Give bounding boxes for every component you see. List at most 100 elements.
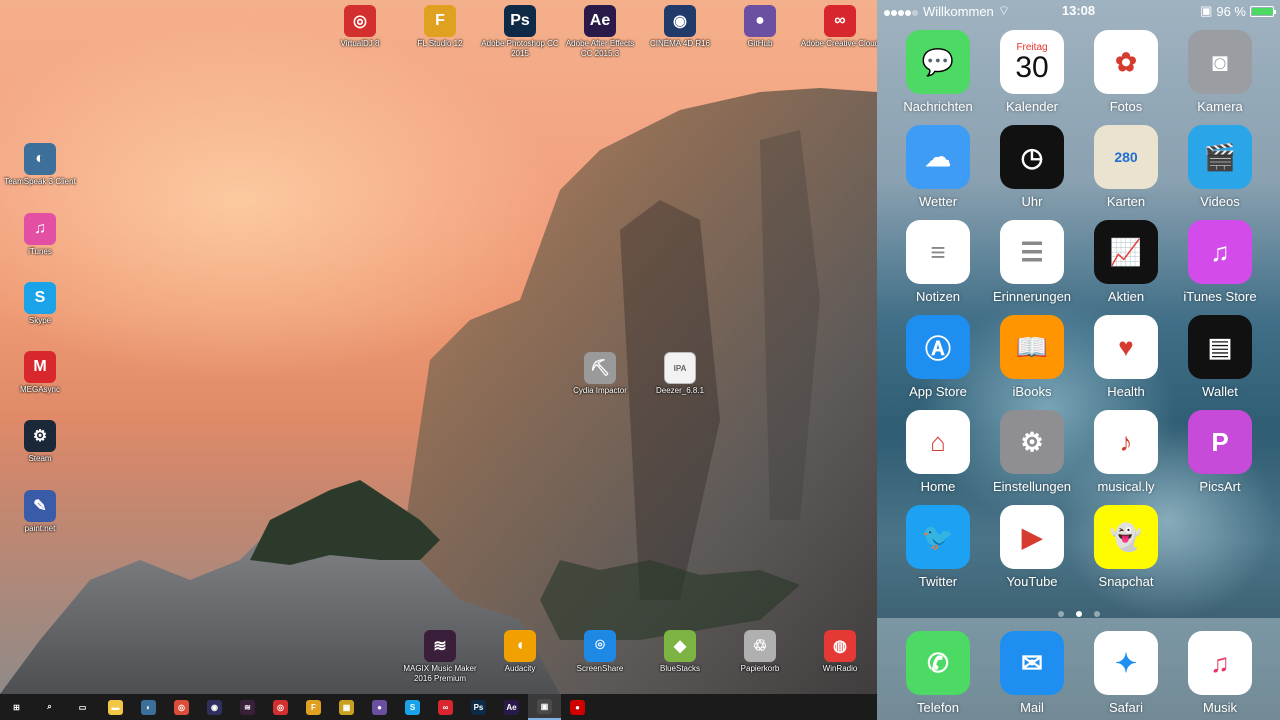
steam-icon[interactable]: ⚙ [24, 420, 56, 452]
taskbar-item[interactable]: ≋ [231, 694, 264, 720]
app-maps[interactable]: 280 Karten [1079, 125, 1173, 209]
app-videos[interactable]: 🎬 Videos [1173, 125, 1267, 209]
after-effects-icon[interactable]: Ae [584, 5, 616, 37]
fl-studio-icon[interactable]: F [424, 5, 456, 37]
app-stocks[interactable]: 📈 Aktien [1079, 220, 1173, 304]
app-weather[interactable]: ☁ Wetter [891, 125, 985, 209]
github-icon[interactable]: ● [744, 5, 776, 37]
taskbar-item[interactable]: ● [363, 694, 396, 720]
app-youtube[interactable]: ▶ YouTube [985, 505, 1079, 589]
app-photos[interactable]: ✿ Fotos [1079, 30, 1173, 114]
page-dot[interactable] [1057, 611, 1064, 617]
page-dot[interactable] [1075, 611, 1082, 617]
desktop-shortcut[interactable]: ● GitHub [720, 5, 800, 49]
app-notes[interactable]: ≡ Notizen [891, 220, 985, 304]
taskbar-item[interactable]: ⊞ [0, 694, 33, 720]
musically-icon[interactable]: ♪ [1094, 410, 1158, 474]
taskbar-item[interactable]: ▭ [66, 694, 99, 720]
app-musically[interactable]: ♪ musical.ly [1079, 410, 1173, 494]
mail-icon[interactable]: ✉ [1000, 631, 1064, 695]
desktop-shortcut[interactable]: ◉ CINEMA 4D R16 [640, 5, 720, 49]
after-effects-icon[interactable]: Ae [504, 699, 519, 715]
teamspeak-icon[interactable]: ◐ [141, 699, 156, 715]
app-snapchat[interactable]: 👻 Snapchat [1079, 505, 1173, 589]
taskbar-item[interactable]: S [396, 694, 429, 720]
app-app-store[interactable]: Ⓐ App Store [891, 315, 985, 399]
maps-icon[interactable]: 280 [1094, 125, 1158, 189]
app-camera[interactable]: ◙ Kamera [1173, 30, 1267, 114]
recycle-bin-icon[interactable]: ♲ [744, 630, 776, 662]
app-home[interactable]: ⌂ Home [891, 410, 985, 494]
app-calendar[interactable]: Freitag 30 Kalender [985, 30, 1079, 114]
desktop-shortcut[interactable]: ◐ TeamSpeak 3 Client [0, 143, 80, 187]
music-icon[interactable]: ♫ [1188, 631, 1252, 695]
desktop-shortcut[interactable]: ∞ Adobe Creative Cloud [800, 5, 877, 49]
settings-icon[interactable]: ⚙ [1000, 410, 1064, 474]
app-settings[interactable]: ⚙ Einstellungen [985, 410, 1079, 494]
taskbar-item[interactable]: ◉ [198, 694, 231, 720]
github-icon[interactable]: ● [372, 699, 387, 715]
dock-app-mail[interactable]: ✉ Mail [985, 631, 1079, 715]
cydia-impactor-icon[interactable]: ⛏ [584, 352, 616, 384]
virtualdj-icon[interactable]: ◎ [273, 699, 288, 715]
desktop-shortcut[interactable]: ✎ paint.net [0, 490, 80, 534]
screenshare-window-icon[interactable]: ▣ [537, 698, 552, 714]
calendar-icon[interactable]: Freitag 30 [1000, 30, 1064, 94]
winrar-icon[interactable]: ▦ [339, 699, 354, 715]
desktop-shortcut[interactable]: ⌾ ScreenShare [560, 630, 640, 674]
virtualdj-icon[interactable]: ◎ [344, 5, 376, 37]
skype-icon[interactable]: S [24, 282, 56, 314]
health-icon[interactable]: ♥ [1094, 315, 1158, 379]
app-store-icon[interactable]: Ⓐ [906, 315, 970, 379]
desktop-shortcut[interactable]: ≋ MAGIX Music Maker 2016 Premium [400, 630, 480, 684]
chrome-icon[interactable]: ◎ [174, 699, 189, 715]
desktop-shortcut[interactable]: IPA Deezer_6.8.1 [640, 352, 720, 396]
ibooks-icon[interactable]: 📖 [1000, 315, 1064, 379]
taskbar-item[interactable]: ▦ [330, 694, 363, 720]
taskbar-item[interactable]: ▣ [528, 694, 561, 720]
taskbar-item[interactable]: ⌕ [33, 694, 66, 720]
youtube-icon[interactable]: ▶ [1000, 505, 1064, 569]
weather-icon[interactable]: ☁ [906, 125, 970, 189]
taskbar-item[interactable]: ● [561, 694, 594, 720]
paintnet-icon[interactable]: ✎ [24, 490, 56, 522]
megasync-icon[interactable]: M [24, 351, 56, 383]
notes-icon[interactable]: ≡ [906, 220, 970, 284]
taskbar-item[interactable]: ◐ [132, 694, 165, 720]
itunes-icon[interactable]: ♫ [24, 213, 56, 245]
taskbar-item[interactable]: Ps [462, 694, 495, 720]
app-messages[interactable]: 💬 Nachrichten [891, 30, 985, 114]
itunes-store-icon[interactable]: ♫ [1188, 220, 1252, 284]
phone-icon[interactable]: ✆ [906, 631, 970, 695]
obs-icon[interactable]: ◉ [207, 699, 222, 715]
magix-icon[interactable]: ≋ [240, 699, 255, 715]
creative-cloud-icon[interactable]: ∞ [824, 5, 856, 37]
picsart-icon[interactable]: P [1188, 410, 1252, 474]
stocks-icon[interactable]: 📈 [1094, 220, 1158, 284]
file-explorer-icon[interactable]: ▬ [108, 699, 123, 715]
winradio-icon[interactable]: ◍ [824, 630, 856, 662]
search-icon[interactable]: ⌕ [42, 699, 57, 715]
desktop-shortcut[interactable]: S Skype [0, 282, 80, 326]
desktop-shortcut[interactable]: F FL Studio 12 [400, 5, 480, 49]
camera-icon[interactable]: ◙ [1188, 30, 1252, 94]
dock-app-phone[interactable]: ✆ Telefon [891, 631, 985, 715]
desktop-shortcut[interactable]: ♫ iTunes [0, 213, 80, 257]
taskbar-item[interactable]: F [297, 694, 330, 720]
desktop-shortcut[interactable]: M MEGAsync [0, 351, 80, 395]
app-twitter[interactable]: 🐦 Twitter [891, 505, 985, 589]
audacity-icon[interactable]: ◖ [504, 630, 536, 662]
reminders-icon[interactable]: ☰ [1000, 220, 1064, 284]
messages-icon[interactable]: 💬 [906, 30, 970, 94]
fl-studio-icon[interactable]: F [306, 699, 321, 715]
cinema4d-icon[interactable]: ◉ [664, 5, 696, 37]
photoshop-icon[interactable]: Ps [504, 5, 536, 37]
app-clock[interactable]: ◷ Uhr [985, 125, 1079, 209]
photoshop-icon[interactable]: Ps [471, 699, 486, 715]
app-picsart[interactable]: P PicsArt [1173, 410, 1267, 494]
task-view-icon[interactable]: ▭ [75, 699, 90, 715]
page-dot[interactable] [1093, 611, 1100, 617]
teamspeak-icon[interactable]: ◐ [24, 143, 56, 175]
taskbar-item[interactable]: Ae [495, 694, 528, 720]
desktop-shortcut[interactable]: Ps Adobe Photoshop CC 2015 [480, 5, 560, 59]
